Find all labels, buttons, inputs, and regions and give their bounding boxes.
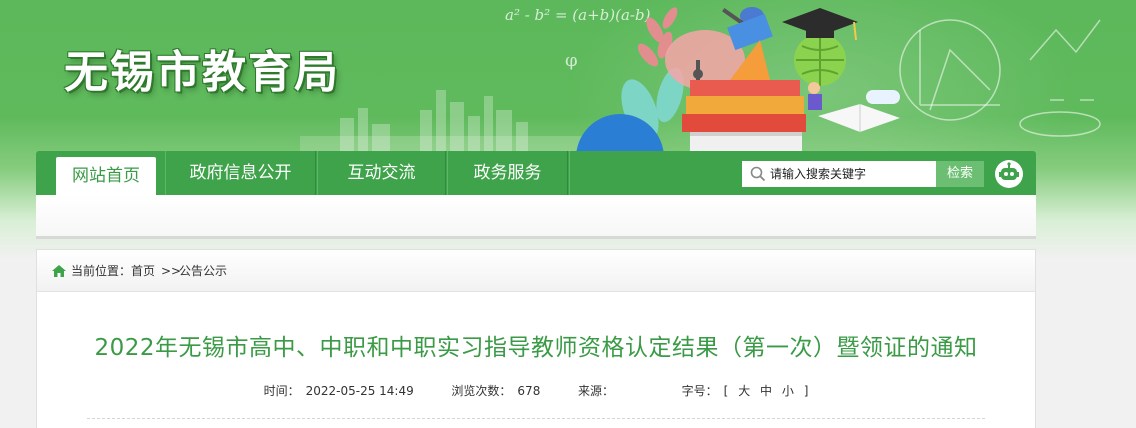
fontsize-medium-button[interactable]: 中 — [760, 384, 772, 398]
meta-divider — [87, 418, 985, 419]
chalkboard-drawing-decoration — [899, 19, 1101, 137]
sub-navigation-bar — [36, 195, 1036, 239]
article-title: 2022年无锡市高中、中职和中职实习指导教师资格认定结果（第一次）暨领证的通知 — [94, 335, 978, 361]
home-icon — [52, 265, 66, 277]
time-value: 2022-05-25 14:49 — [305, 384, 414, 398]
fontsize-bracket-open: [ — [723, 384, 729, 398]
article-container: 当前位置： 首页 >> 公告公示 2022年无锡市高中、中职和中职实习指导教师资… — [36, 249, 1036, 428]
search-input[interactable] — [770, 161, 932, 187]
education-illustration — [576, 7, 900, 151]
search-button[interactable]: 检索 — [936, 161, 984, 187]
robot-assistant-icon[interactable] — [994, 159, 1024, 189]
search-icon — [750, 166, 766, 182]
nav-item-government-services[interactable]: 政务服务 — [448, 151, 568, 195]
breadcrumb: 当前位置： 首页 >> 公告公示 — [37, 250, 1035, 292]
nav-item-home[interactable]: 网站首页 — [56, 157, 156, 195]
nav-item-interaction[interactable]: 互动交流 — [318, 151, 446, 195]
fontsize-label: 字号： — [681, 384, 718, 398]
breadcrumb-home-link[interactable]: 首页 — [131, 250, 155, 292]
views-label: 浏览次数： — [451, 384, 512, 398]
fontsize-large-button[interactable]: 大 — [738, 384, 750, 398]
search-box — [742, 161, 936, 187]
main-navigation: 网站首页 政府信息公开 互动交流 政务服务 检索 — [36, 151, 1036, 195]
source-label: 来源： — [577, 384, 614, 398]
views-value: 678 — [517, 384, 541, 398]
breadcrumb-current-link[interactable]: 公告公示 — [179, 250, 227, 292]
breadcrumb-label: 当前位置： — [71, 264, 132, 278]
fontsize-bracket-close: ] — [803, 384, 809, 398]
fontsize-small-button[interactable]: 小 — [782, 384, 794, 398]
site-title: 无锡市教育局 — [64, 47, 340, 98]
article-meta: 时间： 2022-05-25 14:49 浏览次数： 678 来源： 字号：[ 大 … — [37, 382, 1035, 399]
nav-item-government-info[interactable]: 政府信息公开 — [166, 151, 316, 195]
nav-separator — [569, 151, 570, 195]
time-label: 时间： — [263, 384, 300, 398]
city-skyline-illustration — [300, 90, 600, 160]
